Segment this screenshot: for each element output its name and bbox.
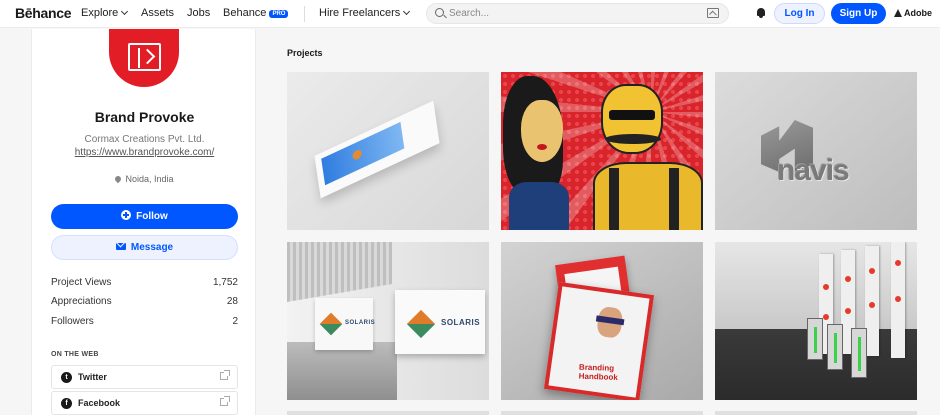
illustration-woman-face: [521, 100, 563, 162]
nav-assets[interactable]: Assets: [141, 7, 174, 19]
illustration-mustache: [605, 134, 661, 144]
social-link-facebook[interactable]: f Facebook: [51, 391, 238, 415]
navis-logo-text: navis: [777, 154, 850, 187]
chevron-down-icon: [121, 7, 129, 16]
profile-website-link[interactable]: https://www.brandprovoke.com/: [32, 147, 257, 158]
message-label: Message: [130, 242, 174, 253]
illustration-strap: [669, 168, 679, 230]
signup-button[interactable]: Sign Up: [831, 3, 886, 24]
stat-label: Project Views: [51, 277, 112, 288]
project-card-partial[interactable]: [501, 411, 703, 415]
chevron-down-icon: [403, 7, 411, 16]
turnstile-gate: [851, 328, 867, 378]
illustration-strap: [609, 168, 619, 230]
project-card-navis[interactable]: navis: [715, 72, 917, 230]
render-pillar: [891, 242, 905, 358]
pro-badge: PRO: [269, 10, 289, 18]
nav-hire-label: Hire Freelancers: [319, 7, 401, 19]
stat-appreciations: Appreciations 28: [51, 296, 238, 307]
stat-project-views: Project Views 1,752: [51, 277, 238, 288]
notification-bell-icon[interactable]: [756, 8, 766, 18]
brand-provoke-logo-icon: [128, 43, 161, 71]
social-label: Twitter: [78, 372, 107, 382]
solaris-diamond-icon: [319, 312, 343, 336]
plus-circle-icon: [121, 210, 132, 220]
turnstile-gate: [827, 324, 843, 370]
external-link-icon: [220, 396, 230, 406]
on-the-web-heading: ON THE WEB: [51, 351, 99, 358]
location-pin-icon: [114, 174, 123, 184]
profile-sidebar: Brand Provoke Cormax Creations Pvt. Ltd.…: [31, 29, 256, 415]
stat-value: 28: [226, 296, 238, 307]
poster-title: Branding Handbook: [578, 362, 618, 382]
adobe-logo-icon: [894, 9, 902, 17]
adobe-link[interactable]: Adobe: [894, 8, 932, 18]
behance-logo[interactable]: Bēhance: [15, 5, 72, 21]
storefront-sign: SOLARIS: [315, 298, 376, 350]
profile-company: Cormax Creations Pvt. Ltd.: [84, 134, 205, 145]
nav-jobs[interactable]: Jobs: [187, 7, 210, 19]
stat-followers: Followers 2: [51, 316, 238, 327]
turnstile-gate: [807, 318, 823, 360]
search-icon: [435, 8, 444, 17]
twitter-icon: t: [61, 372, 72, 383]
illustration-lips: [537, 144, 547, 150]
project-card-partial[interactable]: [287, 411, 489, 415]
projects-heading: Projects: [287, 48, 323, 58]
solaris-diamond-icon: [406, 309, 436, 339]
facebook-icon: f: [61, 398, 72, 409]
login-button[interactable]: Log In: [774, 3, 825, 24]
nav-behance-pro[interactable]: Behance PRO: [223, 7, 289, 19]
solaris-sign-text: SOLARIS: [441, 318, 481, 327]
stat-value: 2: [232, 316, 238, 327]
nav-divider: [304, 6, 305, 22]
avatar[interactable]: [109, 29, 179, 87]
project-card-turnstile[interactable]: [715, 242, 917, 400]
search-input[interactable]: [449, 6, 699, 21]
profile-location: Noida, India: [32, 174, 257, 184]
stat-label: Appreciations: [51, 296, 112, 307]
message-button[interactable]: Message: [51, 235, 238, 260]
mail-icon: [115, 243, 126, 250]
social-label: Facebook: [78, 398, 121, 408]
adobe-label: Adobe: [904, 8, 932, 18]
stat-value: 1,752: [212, 277, 238, 288]
stat-label: Followers: [51, 316, 94, 327]
external-link-icon: [220, 370, 230, 380]
brochure-mockup-image: [314, 100, 440, 199]
search-bar: [426, 3, 729, 24]
poster-front: Branding Handbook: [543, 281, 655, 400]
top-navigation: Bēhance Explore Assets Jobs Behance PRO H…: [0, 0, 940, 28]
nav-explore[interactable]: Explore: [81, 7, 129, 19]
follow-button[interactable]: Follow: [51, 204, 238, 229]
social-link-twitter[interactable]: t Twitter: [51, 365, 238, 389]
nav-behance-label: Behance: [223, 7, 267, 19]
nav-hire-freelancers[interactable]: Hire Freelancers: [319, 7, 411, 19]
location-label: Noida, India: [125, 174, 174, 184]
project-card-partial[interactable]: [715, 411, 917, 415]
storefront-door: [287, 342, 397, 400]
project-card-brochure[interactable]: [287, 72, 489, 230]
hanging-sign: SOLARIS: [395, 290, 485, 354]
solaris-sign-text: SOLARIS: [345, 320, 376, 326]
project-card-solaris[interactable]: SOLARIS SOLARIS: [287, 242, 489, 400]
image-search-icon[interactable]: [707, 8, 719, 18]
nav-explore-label: Explore: [81, 7, 119, 19]
project-card-branding-handbook[interactable]: Branding Handbook: [501, 242, 703, 400]
project-card-pop-art[interactable]: [501, 72, 703, 230]
render-pillar: [865, 246, 879, 356]
illustration-sunglasses: [609, 110, 655, 120]
profile-name: Brand Provoke: [94, 109, 195, 125]
illustration-dress: [509, 182, 569, 230]
follow-label: Follow: [136, 211, 168, 222]
